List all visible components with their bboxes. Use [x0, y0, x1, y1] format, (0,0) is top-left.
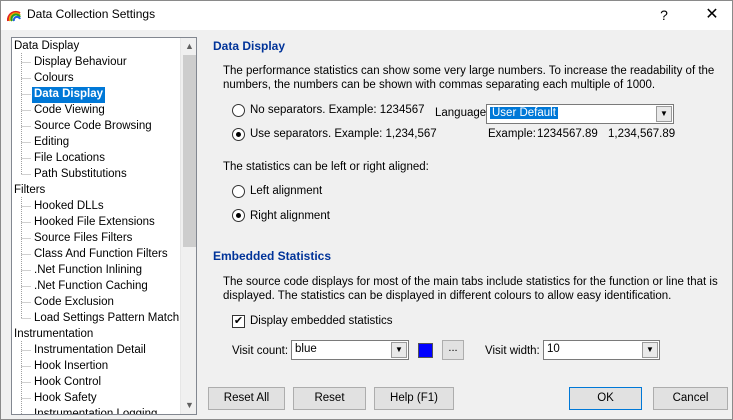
- chevron-down-icon[interactable]: ▼: [656, 106, 672, 122]
- alignment-text: The statistics can be left or right alig…: [223, 161, 429, 173]
- use-separators-radio[interactable]: [232, 128, 245, 141]
- data-display-heading: Data Display: [213, 39, 286, 53]
- example-separated: 1,234,567.89: [608, 128, 676, 140]
- display-embedded-checkbox[interactable]: ✔: [232, 315, 245, 328]
- tree-item[interactable]: Data Display: [32, 87, 106, 103]
- language-dropdown[interactable]: User Default ▼: [486, 104, 674, 124]
- reset-button[interactable]: Reset: [293, 387, 366, 410]
- visit-width-dropdown[interactable]: 10 ▼: [543, 340, 660, 360]
- no-separators-label[interactable]: No separators. Example: 1234567: [250, 104, 425, 116]
- tree-item[interactable]: Colours: [34, 71, 74, 87]
- tree-item[interactable]: Source Files Filters: [34, 231, 132, 247]
- embedded-text-line-2: displayed. The statistics can be display…: [223, 290, 672, 302]
- tree-item[interactable]: Source Code Browsing: [34, 119, 152, 135]
- visit-count-value: blue: [295, 343, 317, 355]
- tree-item[interactable]: Hook Insertion: [34, 359, 108, 375]
- display-embedded-label[interactable]: Display embedded statistics: [250, 315, 393, 327]
- tree-item[interactable]: .Net Function Caching: [34, 279, 148, 295]
- example-plain: 1234567.89: [537, 128, 598, 140]
- intro-line-1: The performance statistics can show some…: [223, 65, 715, 77]
- intro-line-2: numbers, the numbers can be shown with c…: [223, 79, 656, 91]
- embedded-stats-heading: Embedded Statistics: [213, 249, 332, 263]
- visit-width-label: Visit width:: [485, 345, 540, 357]
- tree-item[interactable]: Load Settings Pattern Match: [34, 311, 179, 327]
- tree-item[interactable]: Hooked DLLs: [34, 199, 104, 215]
- help-icon[interactable]: ?: [653, 4, 675, 26]
- color-swatch: [418, 343, 433, 358]
- tree-item[interactable]: Code Exclusion: [34, 295, 114, 311]
- window-title: Data Collection Settings: [27, 7, 156, 21]
- tree-item[interactable]: Instrumentation: [14, 327, 93, 343]
- tree-item[interactable]: .Net Function Inlining: [34, 263, 142, 279]
- tree-item[interactable]: Hook Safety: [34, 391, 97, 407]
- color-picker-button[interactable]: ...: [442, 340, 464, 360]
- right-alignment-radio[interactable]: [232, 209, 245, 222]
- settings-pane: Data Display The performance statistics …: [201, 31, 733, 381]
- no-separators-radio[interactable]: [232, 104, 245, 117]
- settings-dialog: Data Collection Settings ? ✕ Data Displa…: [0, 0, 733, 420]
- language-label: Language:: [435, 107, 490, 119]
- left-alignment-label[interactable]: Left alignment: [250, 185, 322, 197]
- chevron-down-icon[interactable]: ▼: [391, 342, 407, 358]
- tree-item[interactable]: Data Display: [14, 39, 79, 55]
- visit-count-label: Visit count:: [232, 345, 289, 357]
- close-icon[interactable]: ✕: [693, 1, 731, 30]
- settings-tree[interactable]: Data Display Display Behaviour Colours Data…: [11, 37, 197, 415]
- cancel-button[interactable]: Cancel: [653, 387, 728, 410]
- scroll-up-icon[interactable]: ▲: [181, 38, 196, 55]
- tree-item[interactable]: Editing: [34, 135, 69, 151]
- tree-list: Data Display Display Behaviour Colours Data…: [12, 38, 180, 414]
- example-label: Example:: [488, 128, 536, 140]
- reset-all-button[interactable]: Reset All: [208, 387, 285, 410]
- tree-item[interactable]: Class And Function Filters: [34, 247, 168, 263]
- ok-button[interactable]: OK: [569, 387, 642, 410]
- use-separators-label[interactable]: Use separators. Example: 1,234,567: [250, 128, 437, 140]
- left-alignment-radio[interactable]: [232, 185, 245, 198]
- tree-item[interactable]: Display Behaviour: [34, 55, 127, 71]
- tree-item[interactable]: Code Viewing: [34, 103, 105, 119]
- visit-count-dropdown[interactable]: blue ▼: [291, 340, 409, 360]
- right-alignment-label[interactable]: Right alignment: [250, 210, 330, 222]
- tree-item[interactable]: Hooked File Extensions: [34, 215, 155, 231]
- tree-item[interactable]: File Locations: [34, 151, 105, 167]
- chevron-down-icon[interactable]: ▼: [642, 342, 658, 358]
- embedded-text-line-1: The source code displays for most of the…: [223, 276, 718, 288]
- scroll-thumb[interactable]: [183, 55, 196, 247]
- app-rainbow-icon: [6, 10, 21, 22]
- visit-width-value: 10: [547, 343, 560, 355]
- tree-item[interactable]: Instrumentation Logging: [34, 407, 157, 414]
- tree-item[interactable]: Filters: [14, 183, 45, 199]
- tree-scrollbar[interactable]: ▲ ▼: [180, 38, 196, 414]
- help-button[interactable]: Help (F1): [374, 387, 454, 410]
- language-value: User Default: [490, 107, 558, 119]
- title-bar: Data Collection Settings ? ✕: [1, 1, 732, 30]
- tree-item[interactable]: Instrumentation Detail: [34, 343, 146, 359]
- tree-item[interactable]: Hook Control: [34, 375, 101, 391]
- scroll-down-icon[interactable]: ▼: [181, 397, 196, 414]
- tree-item[interactable]: Path Substitutions: [34, 167, 127, 183]
